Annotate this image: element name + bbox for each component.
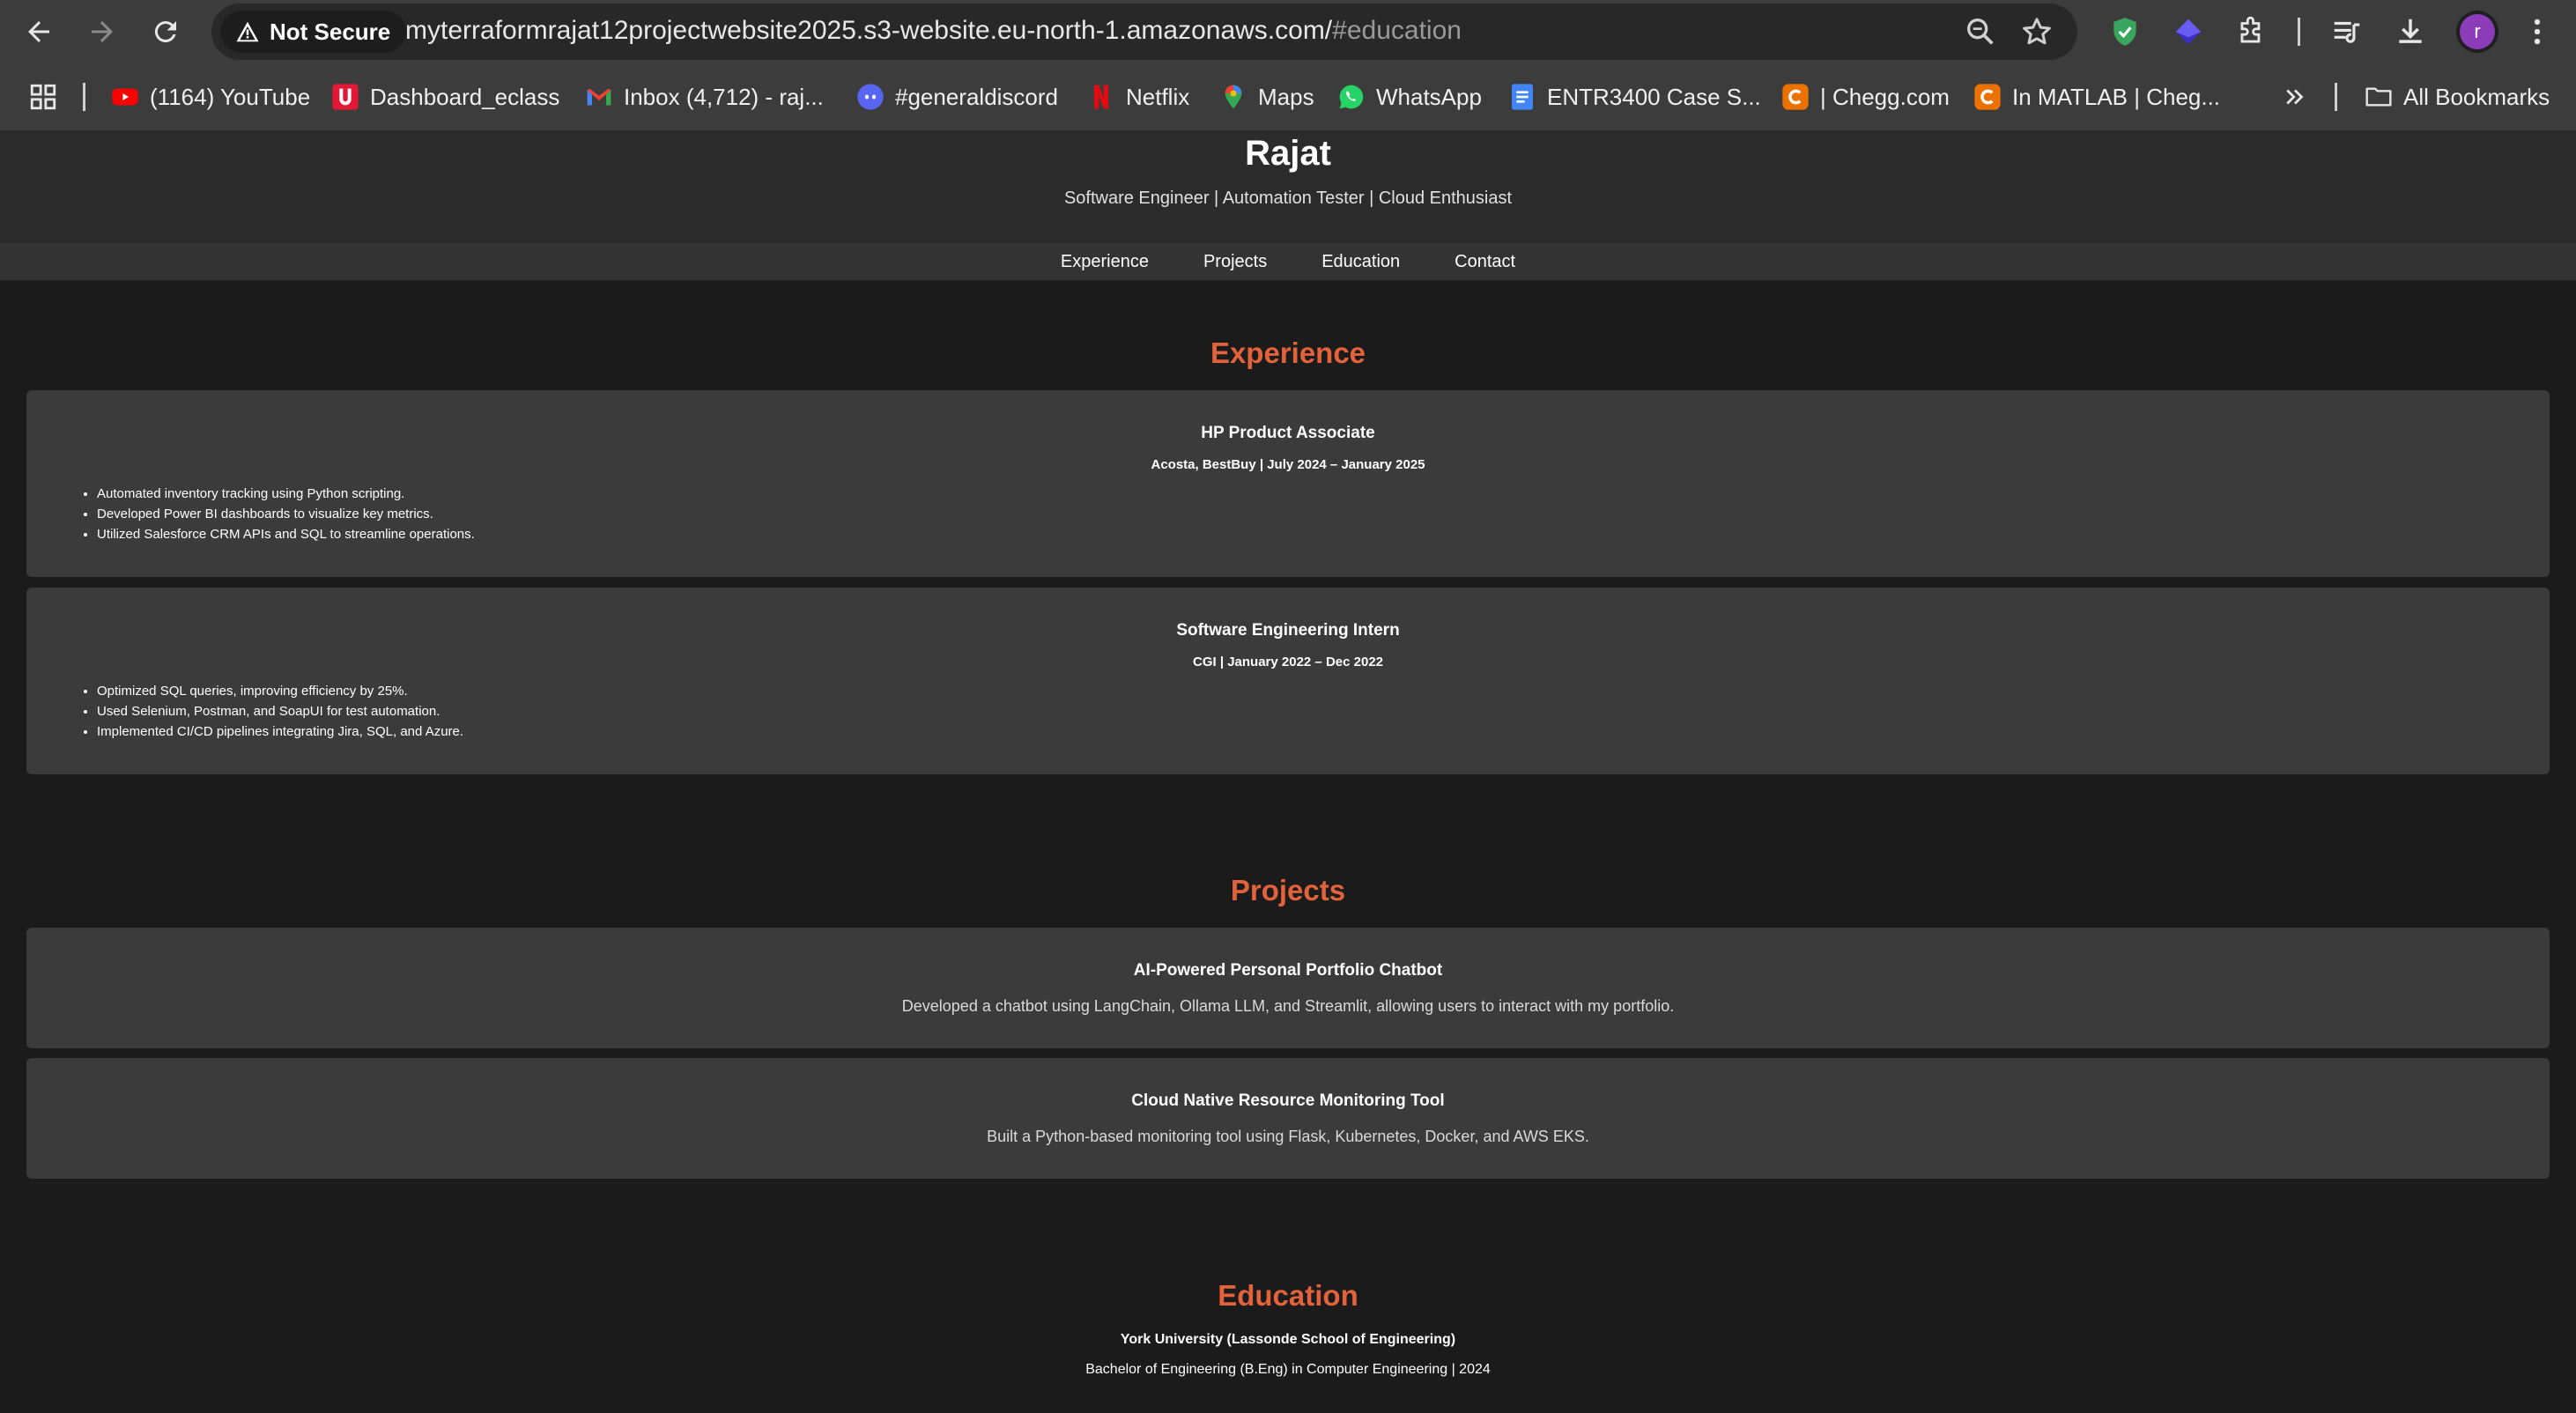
bookmark-label: Inbox (4,712) - raj... (624, 83, 824, 110)
job-title: HP Product Associate (1201, 424, 1375, 442)
bookmark-chegg[interactable]: | Chegg.com (1781, 79, 1950, 115)
security-chip[interactable]: Not Secure (220, 11, 407, 53)
netflix-icon (1094, 85, 1108, 109)
project-card: AI-Powered Personal Portfolio Chatbot De… (26, 928, 2550, 1048)
eclass-icon (332, 84, 359, 110)
job-points: Optimized SQL queries, improving efficie… (26, 681, 463, 742)
youtube-icon (112, 88, 138, 106)
job-meta: Acosta, BestBuy | July 2024 – January 20… (1151, 457, 1425, 472)
bookmark-label: Maps (1258, 83, 1314, 110)
bookmark-label: Dashboard_eclass (370, 83, 560, 110)
download-icon[interactable] (2391, 12, 2430, 51)
bookmark-label: | Chegg.com (1820, 83, 1950, 110)
zoom-icon[interactable] (1963, 14, 1998, 49)
project-title: Cloud Native Resource Monitoring Tool (1131, 1091, 1445, 1110)
forward-arrow-icon (92, 21, 113, 42)
chegg-icon (1782, 84, 1809, 110)
warning-icon (236, 21, 259, 42)
all-bookmarks-folder[interactable]: All Bookmarks (2365, 79, 2550, 115)
experience-heading: Experience (1210, 337, 1366, 369)
bookmark-eclass[interactable]: Dashboard_eclass (331, 79, 559, 115)
experience-card: Software Engineering Intern CGI | Januar… (26, 588, 2550, 774)
bookmark-label: ENTR3400 Case S... (1547, 83, 1761, 110)
nav-link-experience[interactable]: Experience (1061, 252, 1149, 272)
layers-extension-icon[interactable] (2169, 12, 2208, 51)
back-arrow-icon (28, 21, 49, 42)
list-item: Implemented CI/CD pipelines integrating … (97, 721, 463, 742)
media-control-icon[interactable] (2328, 12, 2366, 51)
all-bookmarks-label: All Bookmarks (2403, 83, 2550, 110)
bookmark-youtube[interactable]: (1164) YouTube (111, 79, 310, 115)
chegg-icon (1974, 84, 2001, 110)
shield-extension-icon[interactable] (2106, 12, 2144, 51)
maps-icon (1225, 85, 1242, 109)
docs-icon (1512, 84, 1533, 110)
bookmark-netflix[interactable]: Netflix (1087, 79, 1189, 115)
nav-link-education[interactable]: Education (1321, 252, 1400, 272)
reload-button[interactable] (146, 12, 185, 51)
browser-toolbar: Not Secure myterraformrajat12projectwebs… (0, 0, 2576, 63)
project-description: Built a Python-based monitoring tool usi… (987, 1128, 1589, 1145)
more-bookmarks-chevron-icon[interactable] (2282, 79, 2308, 115)
reload-icon (154, 21, 176, 43)
experience-card: HP Product Associate Acosta, BestBuy | J… (26, 390, 2550, 577)
apps-grid-icon[interactable] (28, 79, 58, 115)
nav-link-contact[interactable]: Contact (1455, 252, 1515, 272)
list-item: Utilized Salesforce CRM APIs and SQL to … (97, 524, 475, 544)
address-bar[interactable]: Not Secure myterraformrajat12projectwebs… (211, 4, 2077, 60)
education-heading: Education (1218, 1279, 1358, 1312)
list-item: Optimized SQL queries, improving efficie… (97, 681, 463, 701)
bookmarks-bar: (1164) YouTube Dashboard_eclass Inbox (4… (0, 63, 2576, 130)
bookmark-maps[interactable]: Maps (1219, 79, 1314, 115)
puzzle-extensions-icon[interactable] (2232, 12, 2271, 51)
url-hash: #education (1332, 16, 1462, 45)
bookmarks-divider (2335, 83, 2337, 111)
site-tagline: Software Engineer | Automation Tester | … (1063, 189, 1513, 208)
project-title: AI-Powered Personal Portfolio Chatbot (1133, 961, 1443, 980)
avatar-letter: r (2460, 14, 2495, 49)
bookmarks-divider (83, 83, 85, 111)
back-button[interactable] (19, 12, 58, 51)
job-title: Software Engineering Intern (1176, 621, 1400, 640)
profile-avatar[interactable]: r (2456, 11, 2498, 53)
education-school: York University (Lassonde School of Engi… (1120, 1332, 1456, 1347)
bookmark-discord[interactable]: #generaldiscord (856, 79, 1058, 115)
list-item: Used Selenium, Postman, and SoapUI for t… (97, 701, 463, 721)
bookmark-label: WhatsApp (1376, 83, 1482, 110)
project-description: Developed a chatbot using LangChain, Oll… (901, 997, 1675, 1015)
education-degree: Bachelor of Engineering (B.Eng) in Compu… (1085, 1362, 1491, 1377)
forward-button[interactable] (83, 12, 122, 51)
whatsapp-icon (1339, 85, 1364, 109)
more-menu-icon[interactable] (2518, 12, 2557, 51)
security-label: Not Secure (270, 18, 391, 45)
list-item: Automated inventory tracking using Pytho… (97, 484, 475, 504)
site-header: Rajat Software Engineer | Automation Tes… (0, 130, 2576, 243)
bookmark-gmail[interactable]: Inbox (4,712) - raj... (585, 79, 824, 115)
url-text[interactable]: myterraformrajat12projectwebsite2025.s3-… (405, 16, 1462, 46)
bookmark-star-icon[interactable] (2019, 14, 2054, 49)
project-card: Cloud Native Resource Monitoring Tool Bu… (26, 1058, 2550, 1179)
toolbar-divider (2298, 18, 2300, 46)
discord-icon (857, 84, 884, 110)
job-meta: CGI | January 2022 – Dec 2022 (1193, 655, 1383, 670)
url-main: myterraformrajat12projectwebsite2025.s3-… (405, 16, 1333, 45)
bookmark-whatsapp[interactable]: WhatsApp (1337, 79, 1482, 115)
list-item: Developed Power BI dashboards to visuali… (97, 504, 475, 524)
site-name: Rajat (1245, 134, 1331, 173)
projects-heading: Projects (1230, 874, 1346, 906)
job-points: Automated inventory tracking using Pytho… (26, 484, 475, 544)
bookmark-label: #generaldiscord (895, 83, 1059, 110)
bookmark-label: Netflix (1126, 83, 1190, 110)
gmail-icon (587, 88, 611, 106)
bookmark-matlab-chegg[interactable]: In MATLAB | Cheg... (1973, 79, 2220, 115)
bookmark-entr3400[interactable]: ENTR3400 Case S... (1508, 79, 1761, 115)
web-page: Rajat Software Engineer | Automation Tes… (0, 130, 2576, 1413)
nav-link-projects[interactable]: Projects (1203, 252, 1267, 272)
bookmark-label: In MATLAB | Cheg... (2012, 83, 2221, 110)
bookmark-label: (1164) YouTube (150, 83, 311, 110)
site-nav: Experience Projects Education Contact (0, 243, 2576, 280)
folder-icon (2365, 87, 2392, 107)
